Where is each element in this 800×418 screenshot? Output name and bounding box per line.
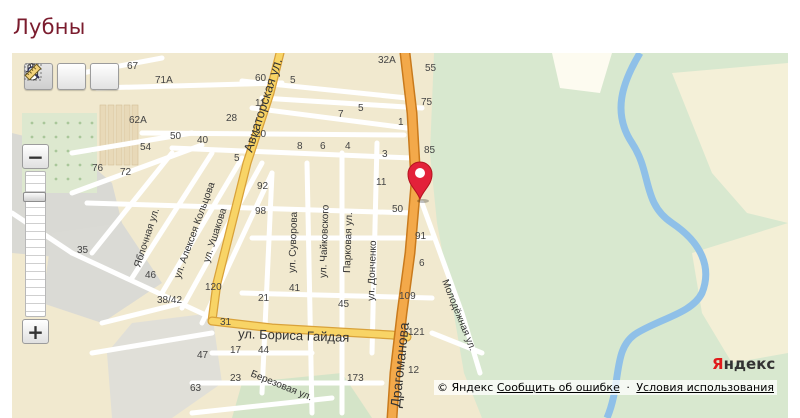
house-number: 7 [338,109,344,120]
house-number: 11 [376,177,387,188]
house-number: 91 [415,231,427,242]
house-number: 17 [230,345,242,356]
house-number: 4 [345,141,351,152]
house-number: 5 [234,153,240,164]
house-number: 5 [290,75,296,86]
house-number: 20 [255,129,267,140]
house-number: 8 [297,141,303,152]
copyright-separator: · [626,381,630,394]
house-number: 98 [255,206,267,217]
report-error-link[interactable]: Сообщить об ошибке [497,381,620,394]
house-number: 55 [425,63,437,74]
zoom-slider[interactable] [23,171,46,317]
house-number: 44 [258,345,270,356]
terms-of-use-link[interactable]: Условия использования [636,381,774,394]
house-number: 31 [220,317,232,328]
house-number: 173 [347,373,364,384]
copyright-text: © Яндекс [436,381,494,394]
map-copyright-bar: © Яндекс Сообщить об ошибке · Условия ис… [433,380,777,395]
street-label-parkovaya: Парковая ул. [342,212,355,273]
map-viewport[interactable]: Авиаторская ул. Драгоманова ул. Бориса Г… [12,53,788,418]
house-number: 45 [338,299,350,310]
house-number: 85 [424,145,436,156]
logo-rest: ндекс [723,355,776,373]
house-number: 6 [320,141,326,152]
house-number: 50 [170,131,182,142]
page-title: Лубны [13,15,86,39]
magnifier-tool-button[interactable] [24,63,86,90]
house-number: 120 [205,282,222,293]
house-number: 109 [399,291,416,302]
zoom-slider-thumb[interactable] [23,192,46,202]
house-number: 1 [398,117,404,128]
house-number: 62А [129,115,147,126]
zoom-in-button[interactable]: + [22,319,49,344]
house-number: 71А [155,75,173,86]
zoom-control: − + [22,144,49,344]
ruler-tool-button[interactable] [24,63,119,90]
house-number: 35 [77,245,89,256]
house-number: 11 [255,98,266,109]
street-label-donchenko: ул. Донченко [366,240,379,301]
yandex-logo: Яндекс [712,355,775,373]
house-number: 38/42 [157,295,182,306]
logo-first-letter: Я [712,355,724,373]
map-toolbar [24,63,119,90]
house-number: 41 [289,283,301,294]
house-number: 5 [358,103,364,114]
house-number: 6 [419,258,425,269]
house-number: 72 [120,167,132,178]
house-number: 3 [382,149,388,160]
house-number: 28 [226,113,238,124]
house-number: 50 [392,204,404,215]
house-number: 76 [92,163,104,174]
house-number: 46 [145,270,157,281]
map-canvas[interactable]: Авиаторская ул. Драгоманова ул. Бориса Г… [12,53,788,418]
house-number: 63 [190,383,202,394]
house-number: 92 [257,181,269,192]
house-number: 67 [127,61,139,72]
street-label-suvorova: ул. Суворова [287,211,300,273]
house-number: 54 [140,142,152,153]
house-number: 23 [230,373,242,384]
house-number: 121 [408,327,425,338]
house-number: 12 [408,365,420,376]
house-number: 47 [197,350,209,361]
house-number: 60 [255,73,267,84]
house-number: 75 [421,97,433,108]
house-number: 21 [258,293,270,304]
house-number: 32А [378,55,396,66]
house-number: 40 [197,135,209,146]
zoom-out-button[interactable]: − [22,144,49,169]
